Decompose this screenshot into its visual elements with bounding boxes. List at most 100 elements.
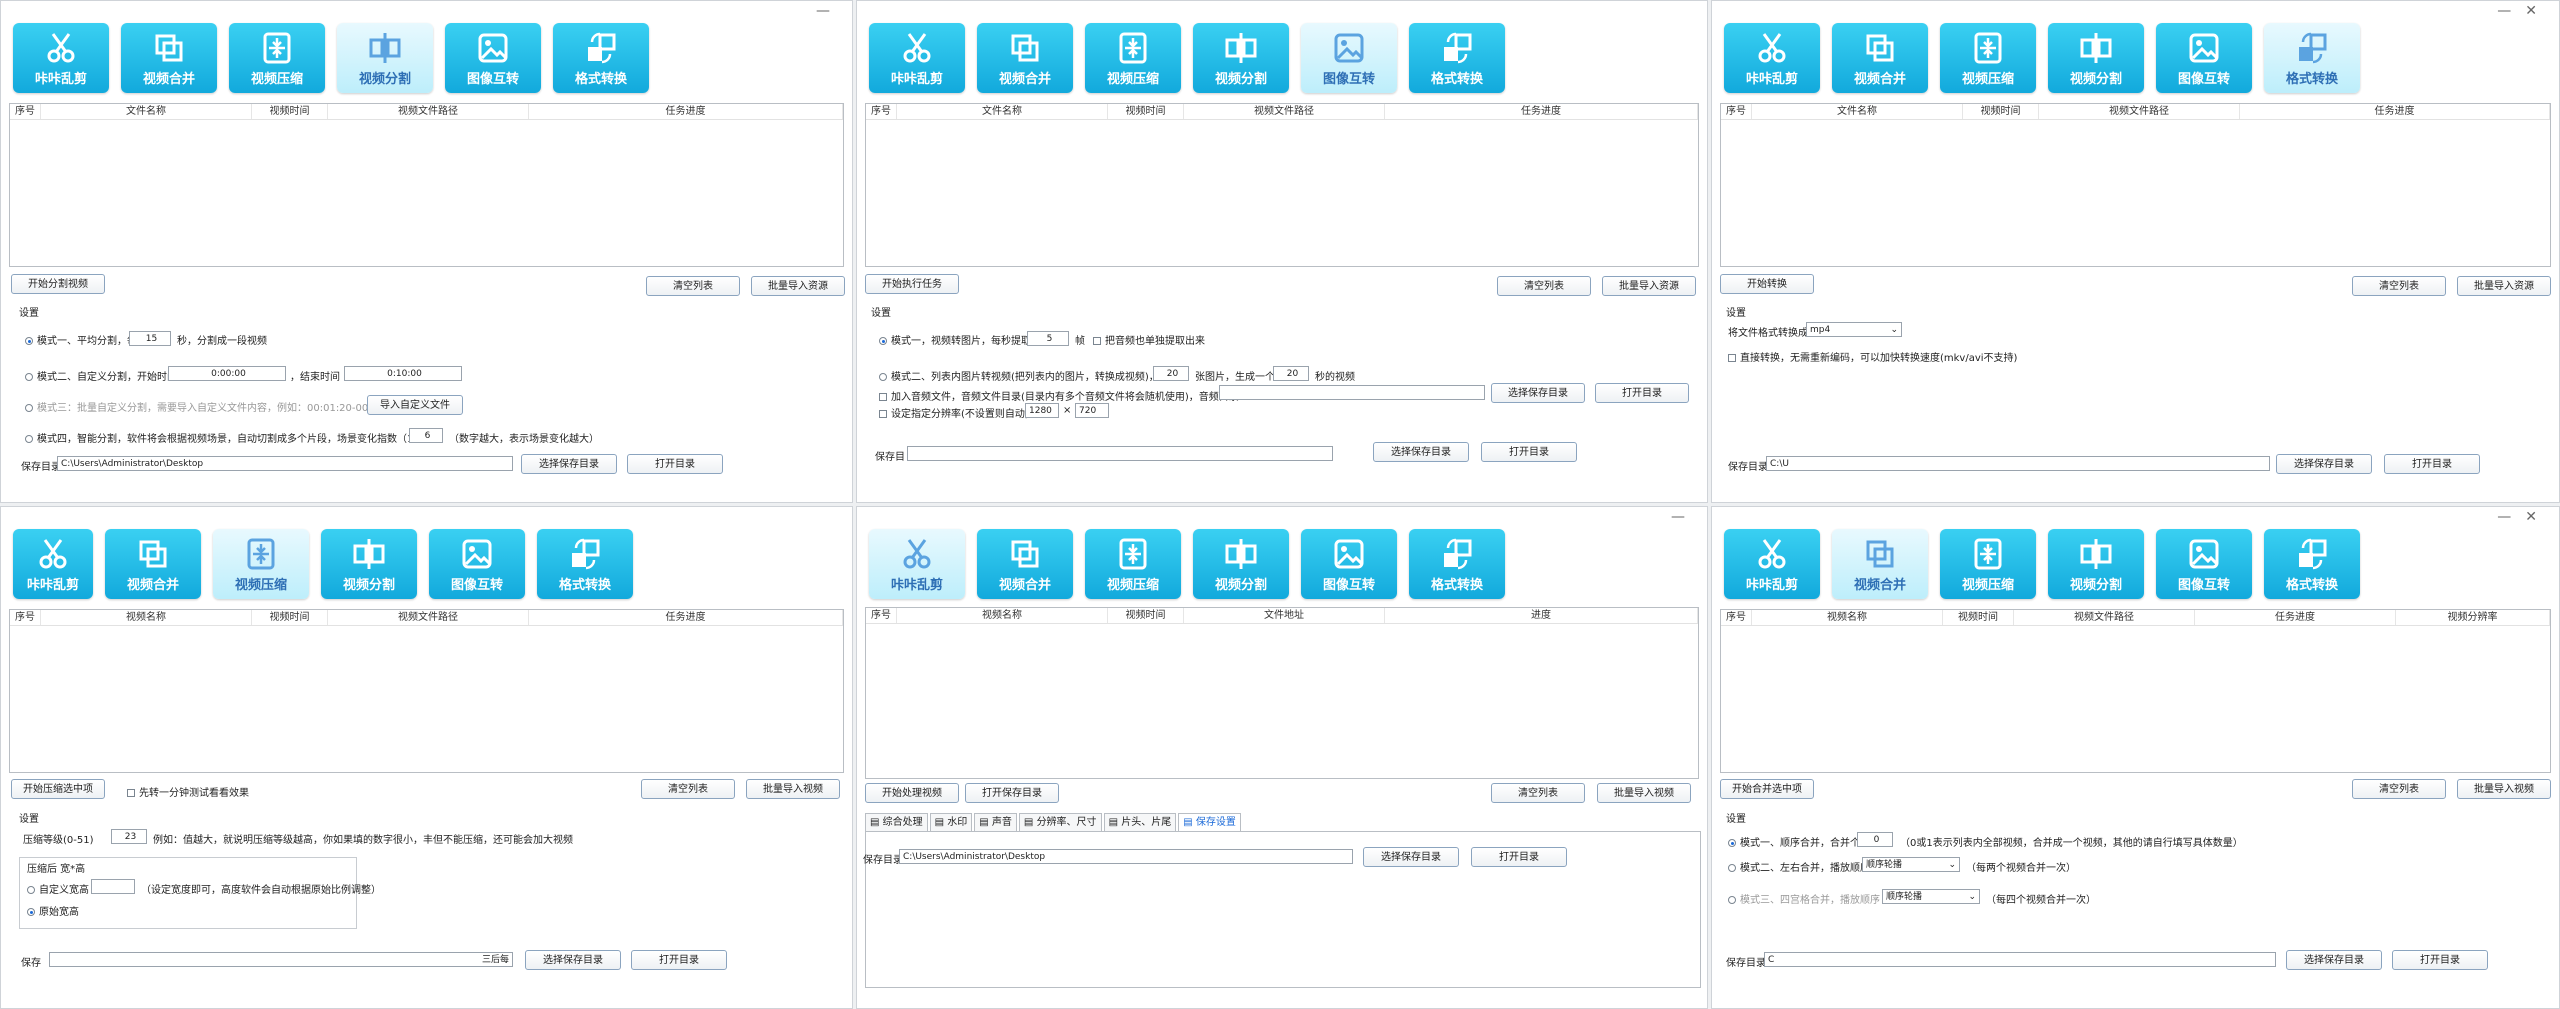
mode2-order-select[interactable]: 顺序轮播 ⌄	[1862, 857, 1960, 872]
open-dir-button[interactable]: 打开目录	[631, 950, 727, 970]
tab-save-settings[interactable]: ▤ 保存设置	[1178, 813, 1241, 831]
custom-width-input[interactable]	[91, 879, 135, 894]
start-convert-button[interactable]: 开始转换	[1720, 274, 1814, 294]
custom-size-radio[interactable]	[27, 886, 35, 894]
open-save-dir-button[interactable]: 打开保存目录	[965, 783, 1059, 803]
choose-save-dir-button[interactable]: 选择保存目录	[525, 950, 621, 970]
choose-save-dir-button[interactable]: 选择保存目录	[2286, 950, 2382, 970]
tool-image-button[interactable]: 图像互转	[1301, 23, 1397, 93]
res-width-input[interactable]: 1280	[1025, 403, 1059, 418]
mode2-radio[interactable]	[25, 373, 33, 381]
minimize-button[interactable]: —	[1671, 509, 1699, 525]
batch-import-button[interactable]: 批量导入视频	[746, 779, 840, 799]
file-list[interactable]: 序号 视频名称 视频时间 视频文件路径 任务进度	[9, 609, 844, 773]
audio-dir-input[interactable]	[1219, 385, 1485, 400]
res-height-input[interactable]: 720	[1075, 403, 1109, 418]
mode2-end-input[interactable]: 0:10:00	[344, 366, 462, 381]
tool-split-button[interactable]: 视频分割	[321, 529, 417, 599]
mode2-radio[interactable]	[1728, 864, 1736, 872]
start-merge-button[interactable]: 开始合并选中项	[1720, 779, 1814, 799]
mode1-radio[interactable]	[1728, 839, 1736, 847]
tool-image-button[interactable]: 图像互转	[445, 23, 541, 93]
start-split-button[interactable]: 开始分割视频	[11, 274, 105, 294]
mode1-seconds-input[interactable]: 15	[129, 331, 171, 346]
tool-merge-button[interactable]: 视频合并	[105, 529, 201, 599]
minimize-button[interactable]: —	[2497, 509, 2525, 525]
video-seconds-input[interactable]: 20	[1273, 366, 1309, 381]
mode1-radio[interactable]	[879, 337, 887, 345]
open-dir-button[interactable]: 打开目录	[627, 454, 723, 474]
tool-image-button[interactable]: 图像互转	[2156, 529, 2252, 599]
tool-split-button[interactable]: 视频分割	[2048, 23, 2144, 93]
batch-import-button[interactable]: 批量导入资源	[2457, 276, 2551, 296]
tool-cut-button[interactable]: 咔咔乱剪	[13, 529, 93, 599]
tool-compress-button[interactable]: 视频压缩	[1940, 529, 2036, 599]
tool-merge-button[interactable]: 视频合并	[977, 529, 1073, 599]
open-audio-dir-button[interactable]: 打开目录	[1595, 383, 1689, 403]
tab-watermark[interactable]: ▤ 水印	[929, 813, 973, 831]
preview-checkbox[interactable]	[127, 789, 135, 797]
mode3-order-select[interactable]: 顺序轮播 ⌄	[1882, 889, 1980, 904]
choose-save-dir-button[interactable]: 选择保存目录	[2276, 454, 2372, 474]
batch-import-button[interactable]: 批量导入视频	[2457, 779, 2551, 799]
tool-cut-button[interactable]: 咔咔乱剪	[869, 529, 965, 599]
file-list[interactable]: 序号 视频名称 视频时间 视频文件路径 任务进度 视频分辨率	[1720, 609, 2551, 773]
tool-cut-button[interactable]: 咔咔乱剪	[1724, 529, 1820, 599]
clear-list-button[interactable]: 清空列表	[2352, 779, 2446, 799]
tool-compress-button[interactable]: 视频压缩	[1940, 23, 2036, 93]
tab-general[interactable]: ▤ 综合处理	[865, 813, 928, 831]
tool-split-button[interactable]: 视频分割	[1193, 529, 1289, 599]
start-process-button[interactable]: 开始处理视频	[865, 783, 959, 803]
tab-resolution[interactable]: ▤ 分辨率、尺寸	[1018, 813, 1102, 831]
tool-merge-button[interactable]: 视频合并	[121, 23, 217, 93]
save-dir-input[interactable]: C:\Users\Administrator\Desktop	[57, 456, 513, 471]
resolution-checkbox[interactable]	[879, 410, 887, 418]
batch-import-button[interactable]: 批量导入资源	[1602, 276, 1696, 296]
file-list[interactable]: 序号 文件名称 视频时间 视频文件路径 任务进度	[1720, 103, 2551, 267]
save-dir-input[interactable]: C:\U	[1766, 456, 2270, 471]
direct-convert-checkbox[interactable]	[1728, 354, 1736, 362]
fps-input[interactable]: 5	[1027, 331, 1069, 346]
crf-input[interactable]: 23	[111, 829, 147, 844]
start-compress-button[interactable]: 开始压缩选中项	[11, 779, 105, 799]
import-custom-file-button[interactable]: 导入自定义文件	[367, 395, 463, 415]
open-dir-button[interactable]: 打开目录	[1471, 847, 1567, 867]
tool-format-button[interactable]: 格式转换	[1409, 529, 1505, 599]
tool-merge-button[interactable]: 视频合并	[977, 23, 1073, 93]
tool-cut-button[interactable]: 咔咔乱剪	[1724, 23, 1820, 93]
clear-list-button[interactable]: 清空列表	[2352, 276, 2446, 296]
clear-list-button[interactable]: 清空列表	[1491, 783, 1585, 803]
audio-checkbox[interactable]	[879, 393, 887, 401]
format-select[interactable]: mp4 ⌄	[1806, 322, 1902, 337]
minimize-button[interactable]: —	[2497, 3, 2525, 19]
tool-split-button[interactable]: 视频分割	[1193, 23, 1289, 93]
tab-audio[interactable]: ▤ 声音	[974, 813, 1017, 831]
tool-format-button[interactable]: 格式转换	[1409, 23, 1505, 93]
tool-compress-button[interactable]: 视频压缩	[213, 529, 309, 599]
save-dir-input[interactable]: C:\Users\Administrator\Desktop	[899, 849, 1353, 864]
batch-import-button[interactable]: 批量导入资源	[751, 276, 845, 296]
close-button[interactable]: ✕	[2525, 509, 2551, 525]
tool-compress-button[interactable]: 视频压缩	[1085, 23, 1181, 93]
save-dir-input[interactable]	[907, 446, 1333, 461]
start-task-button[interactable]: 开始执行任务	[865, 274, 959, 294]
mode3-radio[interactable]	[1728, 896, 1736, 904]
merge-count-input[interactable]: 0	[1857, 832, 1893, 847]
tool-cut-button[interactable]: 咔咔乱剪	[13, 23, 109, 93]
tool-compress-button[interactable]: 视频压缩	[1085, 529, 1181, 599]
choose-save-dir-button[interactable]: 选择保存目录	[1373, 442, 1469, 462]
tool-merge-button[interactable]: 视频合并	[1832, 23, 1928, 93]
mode3-radio[interactable]	[25, 404, 33, 412]
choose-save-dir-button[interactable]: 选择保存目录	[521, 454, 617, 474]
open-dir-button[interactable]: 打开目录	[2384, 454, 2480, 474]
extract-audio-checkbox[interactable]	[1093, 337, 1101, 345]
tool-image-button[interactable]: 图像互转	[2156, 23, 2252, 93]
save-dir-input[interactable]: C	[1764, 952, 2276, 967]
minimize-button[interactable]: —	[816, 3, 844, 19]
tool-format-button[interactable]: 格式转换	[2264, 23, 2360, 93]
file-list[interactable]: 序号 文件名称 视频时间 视频文件路径 任务进度	[865, 103, 1699, 267]
clear-list-button[interactable]: 清空列表	[641, 779, 735, 799]
tool-format-button[interactable]: 格式转换	[537, 529, 633, 599]
tool-split-button[interactable]: 视频分割	[2048, 529, 2144, 599]
file-list[interactable]: 序号 文件名称 视频时间 视频文件路径 任务进度	[9, 103, 844, 267]
